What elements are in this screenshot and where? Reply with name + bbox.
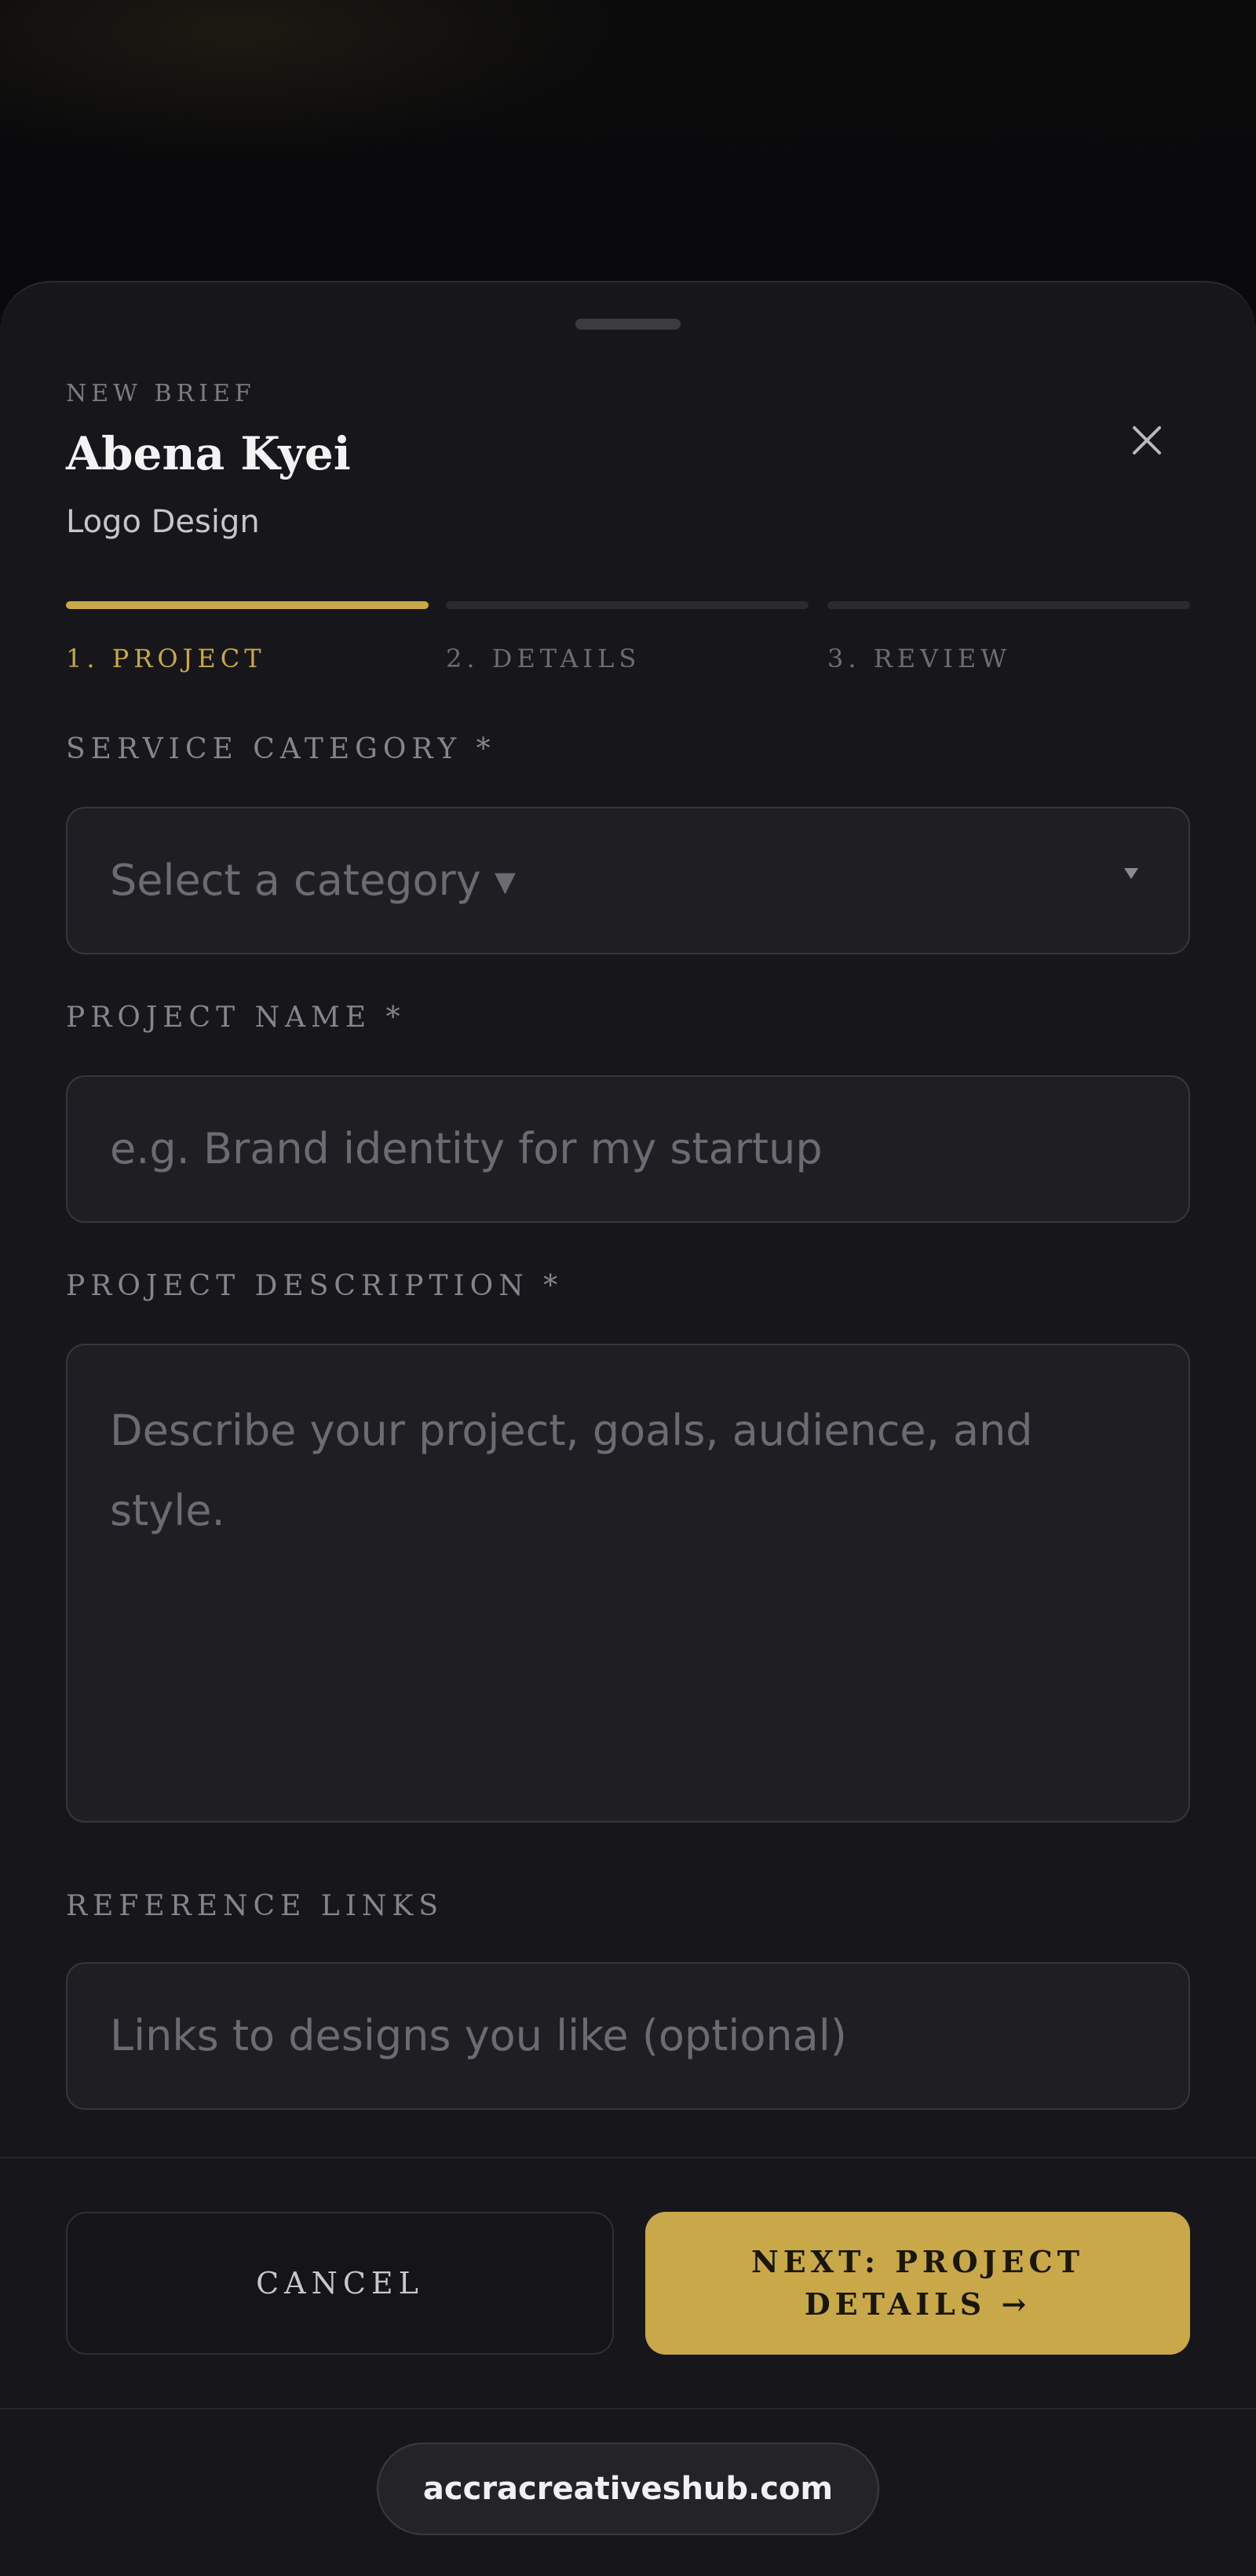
drag-handle[interactable] (575, 319, 681, 330)
close-button[interactable] (1119, 413, 1174, 468)
step-progress-3 (827, 601, 1190, 609)
project-name-label: PROJECT NAME * (66, 1002, 406, 1034)
new-brief-sheet: NEW BRIEF Abena Kyei Logo Design 1. PROJ… (0, 281, 1256, 2408)
modal-title: Abena Kyei (66, 427, 351, 480)
reference-links-input[interactable]: Links to designs you like (optional) (66, 1962, 1190, 2110)
next-project-details-button[interactable]: NEXT: PROJECT DETAILS → (645, 2212, 1190, 2355)
modal-subtitle: Logo Design (66, 504, 260, 540)
footer-divider (0, 2157, 1256, 2158)
project-name-placeholder: e.g. Brand identity for my startup (110, 1124, 823, 1173)
reference-links-placeholder: Links to designs you like (optional) (110, 2011, 847, 2060)
project-name-input[interactable]: e.g. Brand identity for my startup (66, 1075, 1190, 1223)
service-category-select[interactable]: Select a category ▾ (66, 807, 1190, 954)
step-progress-1 (66, 601, 429, 609)
modal-eyebrow: NEW BRIEF (66, 380, 256, 407)
step-label-review[interactable]: 3. REVIEW (827, 644, 1011, 673)
project-description-placeholder: Describe your project, goals, audience, … (110, 1406, 1033, 1535)
browser-address-bar: accracreativeshub.com (0, 2408, 1256, 2576)
step-label-project[interactable]: 1. PROJECT (66, 644, 266, 673)
step-progress-2 (446, 601, 809, 609)
cancel-button[interactable]: CANCEL (66, 2212, 614, 2355)
reference-links-label: REFERENCE LINKS (66, 1890, 444, 1922)
service-category-placeholder: Select a category ▾ (110, 856, 516, 905)
service-category-label: SERVICE CATEGORY * (66, 733, 496, 765)
chevron-down-icon (1124, 868, 1138, 879)
step-label-details[interactable]: 2. DETAILS (446, 644, 641, 673)
close-icon (1133, 426, 1161, 454)
project-description-textarea[interactable]: Describe your project, goals, audience, … (66, 1344, 1190, 1823)
background (0, 0, 1256, 330)
url-field[interactable]: accracreativeshub.com (377, 2443, 879, 2535)
project-description-label: PROJECT DESCRIPTION * (66, 1270, 564, 1302)
